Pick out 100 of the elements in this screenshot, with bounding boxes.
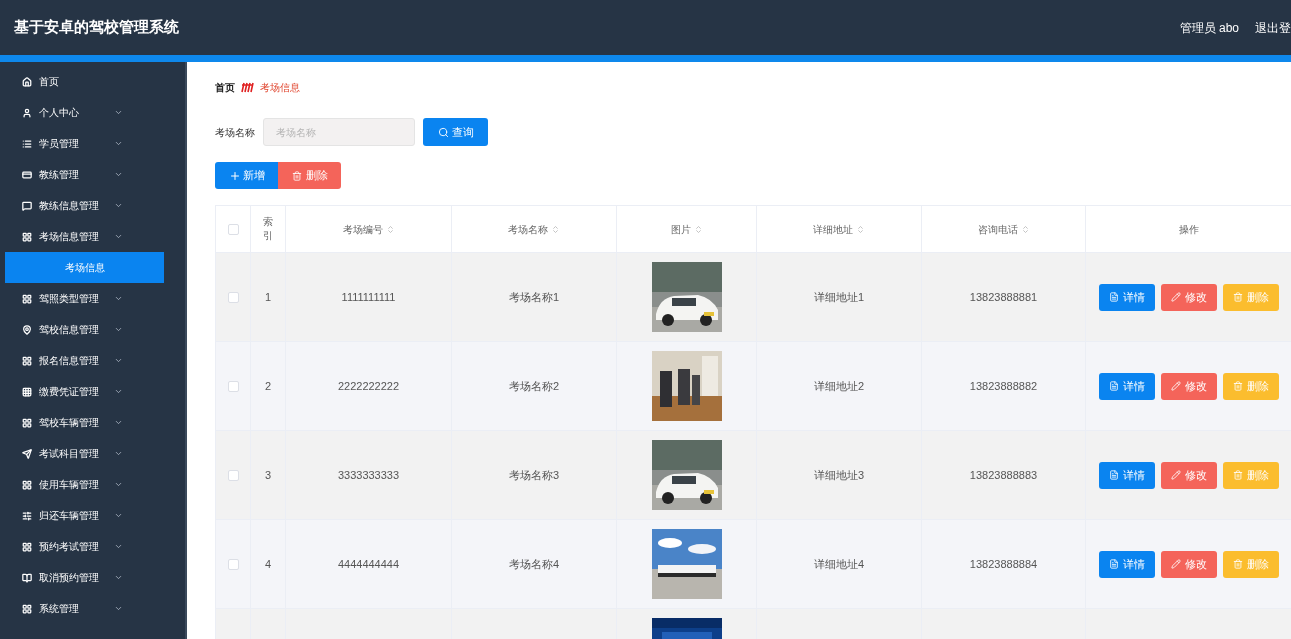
- sort-icon[interactable]: [385, 224, 395, 234]
- table-cell-text: 3: [264, 467, 272, 483]
- chevron-icon: [114, 108, 123, 117]
- search-button[interactable]: 查询: [423, 118, 488, 146]
- checkbox[interactable]: [227, 380, 239, 392]
- table-cell-text: 1: [264, 289, 272, 305]
- sidebar-item[interactable]: 归还车辆管理: [0, 500, 185, 531]
- column-header[interactable]: 考场编号: [342, 221, 383, 237]
- checkbox[interactable]: [227, 558, 239, 570]
- table-cell-text: 1111111111: [341, 289, 396, 305]
- chevron-icon: [114, 232, 123, 241]
- chevron-icon: [114, 573, 123, 582]
- detail-button[interactable]: 详情: [1099, 372, 1155, 400]
- sidebar-item[interactable]: 首页: [0, 66, 185, 97]
- chevron-icon: [114, 511, 123, 520]
- document-icon: [1109, 292, 1119, 302]
- sort-icon[interactable]: [856, 224, 865, 234]
- search-icon: [437, 126, 449, 138]
- pencil-icon: [1171, 470, 1181, 480]
- grid-icon: [22, 231, 32, 242]
- pencil-icon: [1171, 292, 1181, 302]
- sort-icon[interactable]: [693, 224, 703, 234]
- table-cell-text: 考场名称1: [508, 289, 560, 305]
- grid-icon: [22, 293, 32, 304]
- sort-icon[interactable]: [551, 224, 560, 234]
- grid-icon: [22, 541, 32, 552]
- sidebar-item[interactable]: 教练信息管理: [0, 190, 185, 221]
- trash-icon: [1233, 292, 1243, 302]
- chevron-icon: [114, 418, 123, 427]
- sidebar-item[interactable]: 教练管理: [0, 159, 185, 190]
- trash-icon: [1233, 381, 1243, 391]
- table-cell-text: 详细地址3: [813, 467, 865, 483]
- sidebar-item[interactable]: 预约考试管理: [0, 531, 185, 562]
- sidebar-item[interactable]: 考试科目管理: [0, 438, 185, 469]
- table-cell-text: 考场名称3: [508, 467, 560, 483]
- breadcrumb-link[interactable]: 首页: [215, 79, 235, 95]
- search-label: 考场名称: [215, 125, 255, 140]
- plus-icon: [228, 169, 241, 182]
- sidebar-item[interactable]: 系统管理: [0, 593, 185, 624]
- column-header[interactable]: 图片: [670, 221, 691, 237]
- chevron-icon: [114, 139, 123, 148]
- card-icon: [22, 169, 32, 180]
- chat-icon: [22, 200, 32, 211]
- sidebar-item[interactable]: 报名信息管理: [0, 345, 185, 376]
- checkbox[interactable]: [227, 223, 239, 235]
- pencil-icon: [1171, 559, 1181, 569]
- add-button[interactable]: 新增: [215, 162, 278, 189]
- detail-button[interactable]: 详情: [1099, 550, 1155, 578]
- chevron-icon: [114, 170, 123, 179]
- column-header[interactable]: 索引: [262, 215, 274, 243]
- detail-button[interactable]: 详情: [1099, 461, 1155, 489]
- detail-button[interactable]: 详情: [1099, 283, 1155, 311]
- sliders-icon: [22, 510, 32, 521]
- checkbox[interactable]: [227, 291, 239, 303]
- sidebar-item[interactable]: 缴费凭证管理: [0, 376, 185, 407]
- column-header[interactable]: 考场名称: [508, 221, 548, 237]
- sidebar-item[interactable]: 个人中心: [0, 97, 185, 128]
- chevron-icon: [114, 356, 123, 365]
- user-icon: [22, 107, 32, 118]
- table-cell-text: 13823888881: [969, 289, 1038, 305]
- sidebar-item[interactable]: 驾校信息管理: [0, 314, 185, 345]
- checkbox[interactable]: [227, 469, 239, 481]
- table-cell-text: 考场名称2: [508, 378, 560, 394]
- sidebar-item[interactable]: 驾校车辆管理: [0, 407, 185, 438]
- grid-icon: [22, 479, 32, 490]
- document-icon: [1109, 470, 1119, 480]
- book-icon: [22, 572, 32, 583]
- table-cell-text: 13823888883: [969, 467, 1038, 483]
- submenu-item[interactable]: 考场信息: [5, 252, 164, 283]
- logout-link[interactable]: 退出登: [1255, 18, 1291, 37]
- separator-icon: [241, 81, 254, 93]
- sidebar-item[interactable]: 考场信息管理: [0, 221, 185, 252]
- breadcrumb-current: 考场信息: [260, 80, 300, 95]
- document-icon: [1109, 381, 1119, 391]
- chevron-icon: [114, 201, 123, 210]
- list-icon: [22, 138, 32, 149]
- sidebar-item[interactable]: 驾照类型管理: [0, 283, 185, 314]
- trash-icon: [1233, 559, 1243, 569]
- sidebar-item[interactable]: 使用车辆管理: [0, 469, 185, 500]
- trash-icon: [291, 170, 302, 181]
- user-label: 管理员 abo: [1179, 19, 1239, 37]
- paper-plane-icon: [22, 448, 32, 459]
- trash-icon: [1233, 470, 1243, 480]
- column-header[interactable]: 详细地址: [813, 221, 853, 237]
- column-header[interactable]: 操作: [1178, 221, 1199, 237]
- table-cell-text: 详细地址2: [813, 378, 865, 394]
- sort-icon[interactable]: [1020, 224, 1030, 234]
- table-cell-text: 13823888884: [969, 556, 1038, 572]
- column-header[interactable]: 咨询电话: [977, 221, 1018, 237]
- sidebar-item[interactable]: 取消预约管理: [0, 562, 185, 593]
- grid-icon: [22, 355, 32, 366]
- home-icon: [22, 76, 32, 87]
- grid-icon: [22, 386, 32, 397]
- sidebar-item[interactable]: 学员管理: [0, 128, 185, 159]
- table-cell-text: 详细地址1: [813, 289, 865, 305]
- chevron-icon: [114, 480, 123, 489]
- table-cell-text: 4444444444: [337, 556, 400, 572]
- chevron-icon: [114, 604, 123, 613]
- chevron-icon: [114, 387, 123, 396]
- document-icon: [1109, 559, 1119, 569]
